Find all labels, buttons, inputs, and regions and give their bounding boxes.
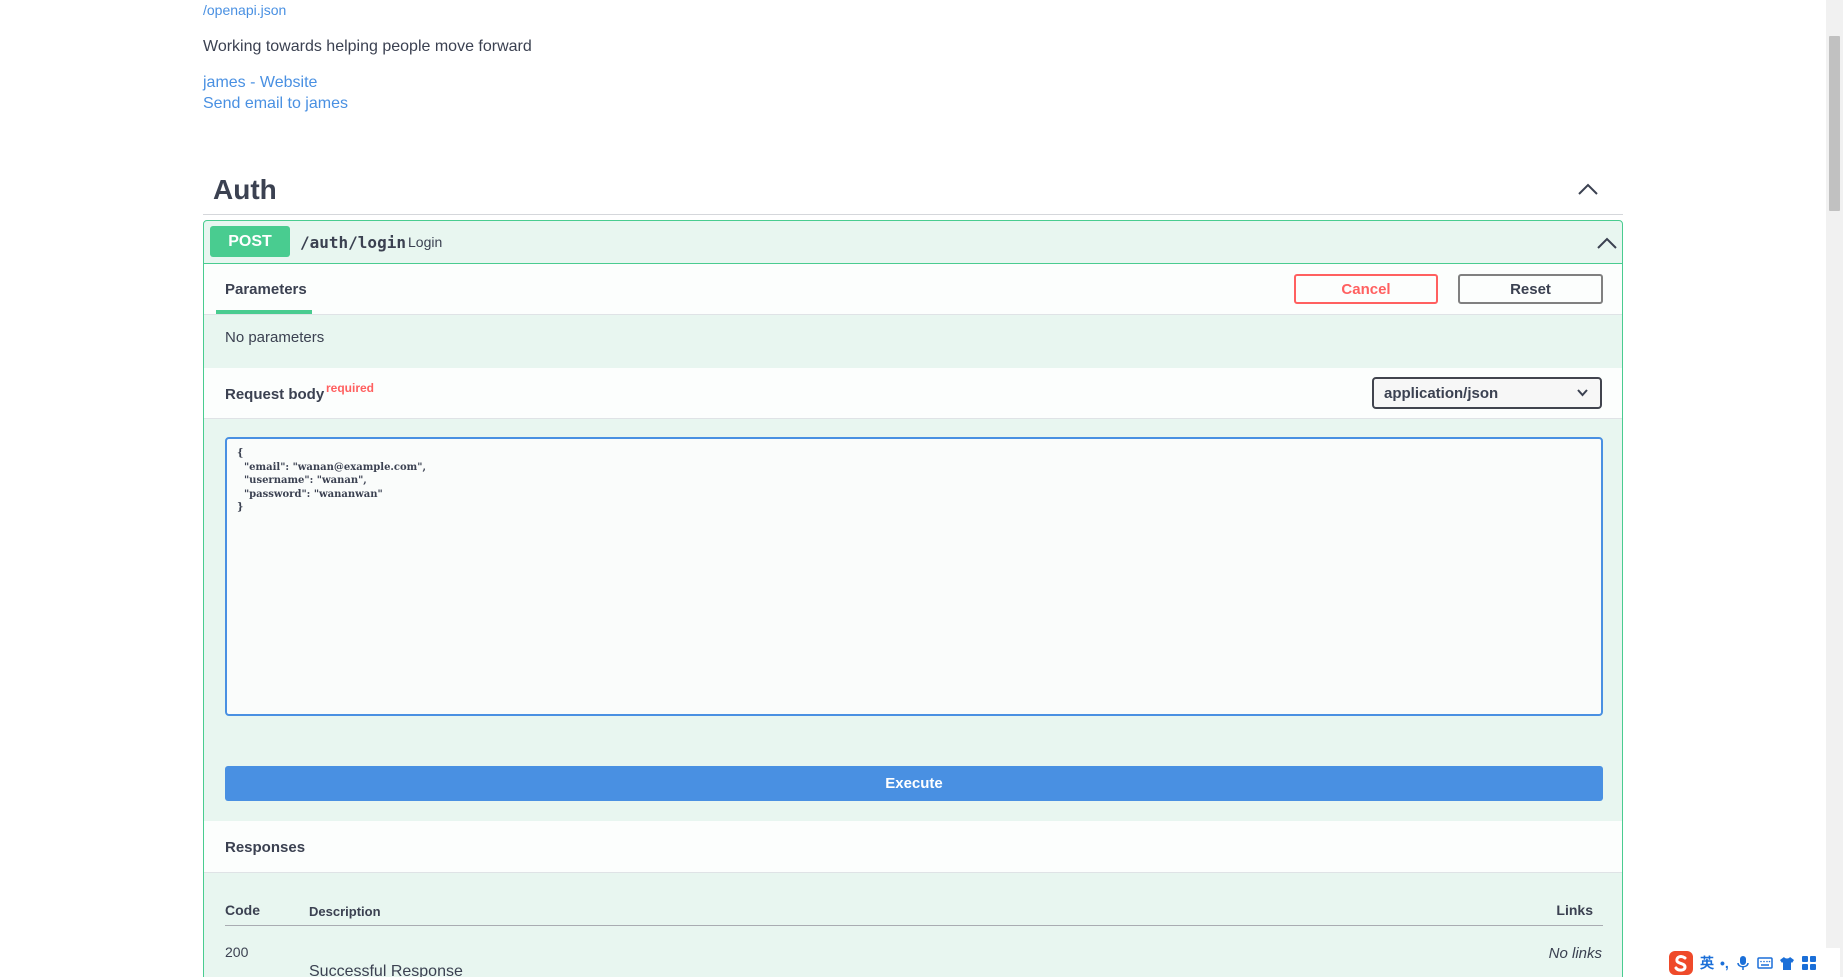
contact-website-link[interactable]: james - Website [203,74,317,92]
openapi-json-link[interactable]: /openapi.json [203,2,286,18]
responses-header: Responses [204,821,1622,873]
cancel-button[interactable]: Cancel [1294,274,1438,304]
contact-email-link[interactable]: Send email to james [203,95,348,113]
ime-language-toggle[interactable]: 英 [1700,953,1714,973]
ime-toolbar: 英 •, [1664,948,1840,977]
parameters-header: Parameters Cancel Reset [204,264,1622,315]
tab-parameters[interactable]: Parameters [225,281,307,298]
response-code: 200 [225,944,249,960]
response-description: Successful Response [309,963,463,977]
keyboard-icon[interactable] [1757,955,1773,971]
content-type-select[interactable]: application/json [1372,377,1602,409]
tag-title: Auth [213,174,277,205]
chevron-up-icon[interactable] [1577,182,1599,196]
request-body-editor[interactable]: { "email": "wanan@example.com", "usernam… [225,437,1603,716]
operation-summary[interactable]: POST /auth/login Login [204,221,1622,264]
required-badge: required [326,381,375,395]
content-type-value: application/json [1384,385,1499,402]
operation-summary-text: Login [408,234,443,250]
responses-title: Responses [225,839,306,856]
scrollbar-thumb[interactable] [1829,36,1840,211]
http-method-badge: POST [210,226,290,257]
microphone-icon[interactable] [1735,955,1751,971]
sogou-logo-icon[interactable] [1668,950,1694,976]
operation-path: /auth/login [300,233,406,252]
column-header-links: Links [1556,902,1593,918]
operation-block: POST /auth/login Login Parameters Cancel… [203,220,1623,977]
tag-section-header[interactable]: Auth [203,168,1623,215]
execute-button[interactable]: Execute [225,766,1603,801]
chevron-down-icon [1577,389,1588,397]
column-header-code: Code [225,902,260,918]
no-parameters-text: No parameters [225,329,325,346]
skin-shirt-icon[interactable] [1779,955,1795,971]
request-body-header: Request body required application/json [204,367,1622,419]
tab-active-indicator [216,310,312,314]
column-header-description: Description [309,904,381,919]
toolbox-grid-icon[interactable] [1801,955,1817,971]
vertical-scrollbar[interactable] [1826,0,1843,977]
reset-button[interactable]: Reset [1458,274,1603,304]
response-links: No links [1548,945,1602,962]
chevron-up-icon[interactable] [1596,236,1618,250]
responses-table-header: Code Description Links [225,896,1603,926]
api-description: Working towards helping people move forw… [203,38,532,55]
ime-punctuation-toggle[interactable]: •, [1720,955,1729,971]
request-body-title: Request body [225,386,325,403]
